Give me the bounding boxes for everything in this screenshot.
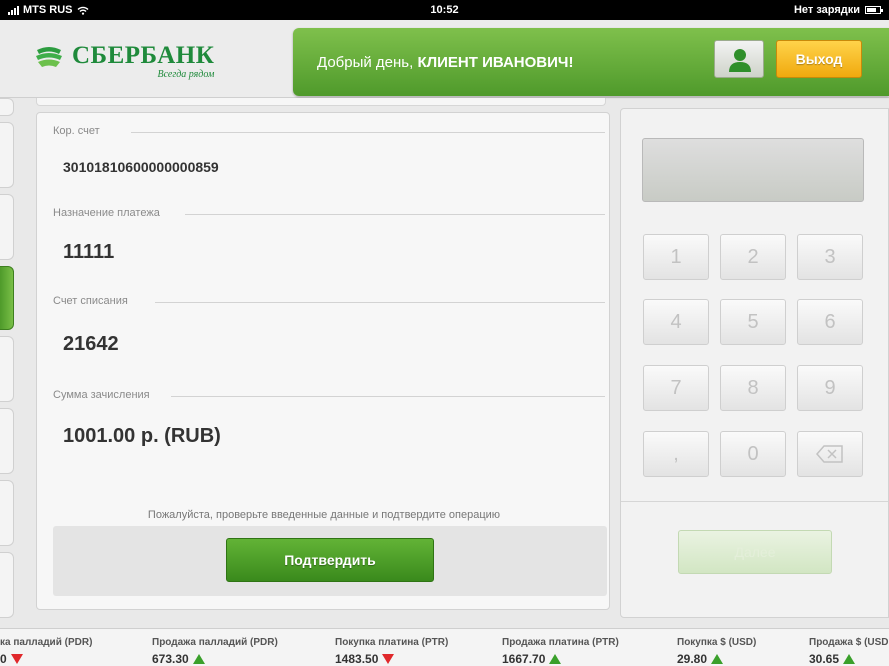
field-label: Кор. счет [53, 125, 100, 137]
confirm-area: Подтвердить [53, 526, 607, 596]
key-1[interactable]: 1 [643, 234, 709, 280]
ticker-item: Покупка платина (PTR) 1483.50 [335, 637, 448, 666]
greeting-bar: Добрый день, КЛИЕНТ ИВАНОВИЧ! Выход [293, 28, 889, 96]
ticker-item: ка палладий (PDR) 0 [0, 637, 92, 666]
ticker-value: 30.65 [809, 652, 840, 666]
ticker-label: Покупка платина (PTR) [335, 637, 449, 648]
ticker-value: 1483.50 [335, 652, 379, 666]
ticker-value: 0 [0, 652, 7, 666]
key-7[interactable]: 7 [643, 365, 709, 411]
greeting-text: Добрый день, КЛИЕНТ ИВАНОВИЧ! [317, 54, 573, 71]
divider [131, 132, 605, 133]
key-2[interactable]: 2 [720, 234, 786, 280]
debit-account-value: 21642 [63, 333, 119, 355]
credit-amount-value: 1001.00 р. (RUB) [63, 425, 221, 447]
brand-tagline: Всегда рядом [157, 69, 215, 80]
rail-tab[interactable] [0, 194, 14, 260]
trend-up-icon [549, 654, 562, 664]
key-3[interactable]: 3 [797, 234, 863, 280]
divider [621, 501, 888, 502]
rail-tab[interactable] [0, 480, 14, 546]
app-header: СБЕРБАНК Всегда рядом Добрый день, КЛИЕН… [0, 20, 889, 98]
client-name: КЛИЕНТ ИВАНОВИЧ! [417, 54, 574, 71]
rail-tab[interactable] [0, 552, 14, 618]
key-5[interactable]: 5 [720, 299, 786, 345]
panel-top-strip [36, 98, 606, 106]
exit-button[interactable]: Выход [776, 40, 862, 78]
field-label: Назначение платежа [53, 207, 160, 219]
greeting-prefix: Добрый день, [317, 54, 414, 71]
payment-purpose-value: 11111 [63, 241, 115, 263]
ticker-value: 1667.70 [502, 652, 546, 666]
status-bar: MTS RUS 10:52 Нет зарядки [0, 0, 889, 20]
ticker-item: Покупка $ (USD) 29.80 [677, 637, 756, 666]
field-label: Сумма зачисления [53, 389, 150, 401]
profile-button[interactable] [714, 40, 764, 78]
key-6[interactable]: 6 [797, 299, 863, 345]
backspace-icon [816, 445, 843, 463]
rail-tab-active[interactable] [0, 266, 14, 330]
field-label: Счет списания [53, 295, 128, 307]
rail-tab[interactable] [0, 336, 14, 402]
trend-up-icon [192, 654, 205, 664]
confirmation-hint: Пожалуйста, проверьте введенные данные и… [147, 509, 501, 521]
confirm-button[interactable]: Подтвердить [226, 538, 434, 582]
rail-tab[interactable] [0, 122, 14, 188]
ticker-label: ка палладий (PDR) [0, 637, 93, 648]
battery-status: Нет зарядки [793, 4, 860, 16]
divider [171, 396, 605, 397]
ticker-label: Продажа платина (PTR) [502, 637, 619, 648]
key-8[interactable]: 8 [720, 365, 786, 411]
trend-up-icon [843, 654, 856, 664]
key-comma[interactable]: , [643, 431, 709, 477]
battery-icon [865, 6, 883, 14]
backspace-key[interactable] [797, 431, 863, 477]
user-icon [729, 49, 751, 72]
next-button[interactable]: Далее [678, 530, 832, 574]
key-4[interactable]: 4 [643, 299, 709, 345]
ticker-value: 673.30 [152, 652, 189, 666]
divider [185, 214, 605, 215]
ticker-item: Продажа платина (PTR) 1667.70 [502, 637, 619, 666]
brand-logo[interactable]: СБЕРБАНК Всегда рядом [34, 42, 215, 80]
ticker-item: Продажа палладий (PDR) 673.30 [152, 637, 278, 666]
key-0[interactable]: 0 [720, 431, 786, 477]
rates-ticker: ка палладий (PDR) 0 Продажа палладий (PD… [0, 628, 889, 666]
ticker-item: Продажа $ (USD 30.65 [809, 637, 889, 666]
ticker-value: 29.80 [677, 652, 708, 666]
correspondent-account-value: 30101810600000000859 [63, 159, 219, 175]
ticker-label: Продажа $ (USD [809, 637, 889, 648]
ticker-label: Продажа палладий (PDR) [152, 637, 278, 648]
trend-down-icon [10, 654, 23, 664]
payment-details-panel: Кор. счет 30101810600000000859 Назначени… [36, 112, 610, 610]
trend-up-icon [711, 654, 724, 664]
keypad-display [642, 138, 864, 202]
sberbank-logo-icon [36, 47, 62, 67]
brand-name: СБЕРБАНК [72, 42, 215, 69]
ticker-label: Покупка $ (USD) [677, 637, 757, 648]
keypad-panel: 1 2 3 4 5 6 7 8 9 , 0 Далее [620, 108, 889, 618]
trend-down-icon [382, 654, 395, 664]
divider [155, 302, 605, 303]
rail-tab[interactable] [0, 408, 14, 474]
side-rail [0, 98, 14, 618]
key-9[interactable]: 9 [797, 365, 863, 411]
rail-tab[interactable] [0, 98, 14, 116]
clock: 10:52 [430, 4, 459, 16]
